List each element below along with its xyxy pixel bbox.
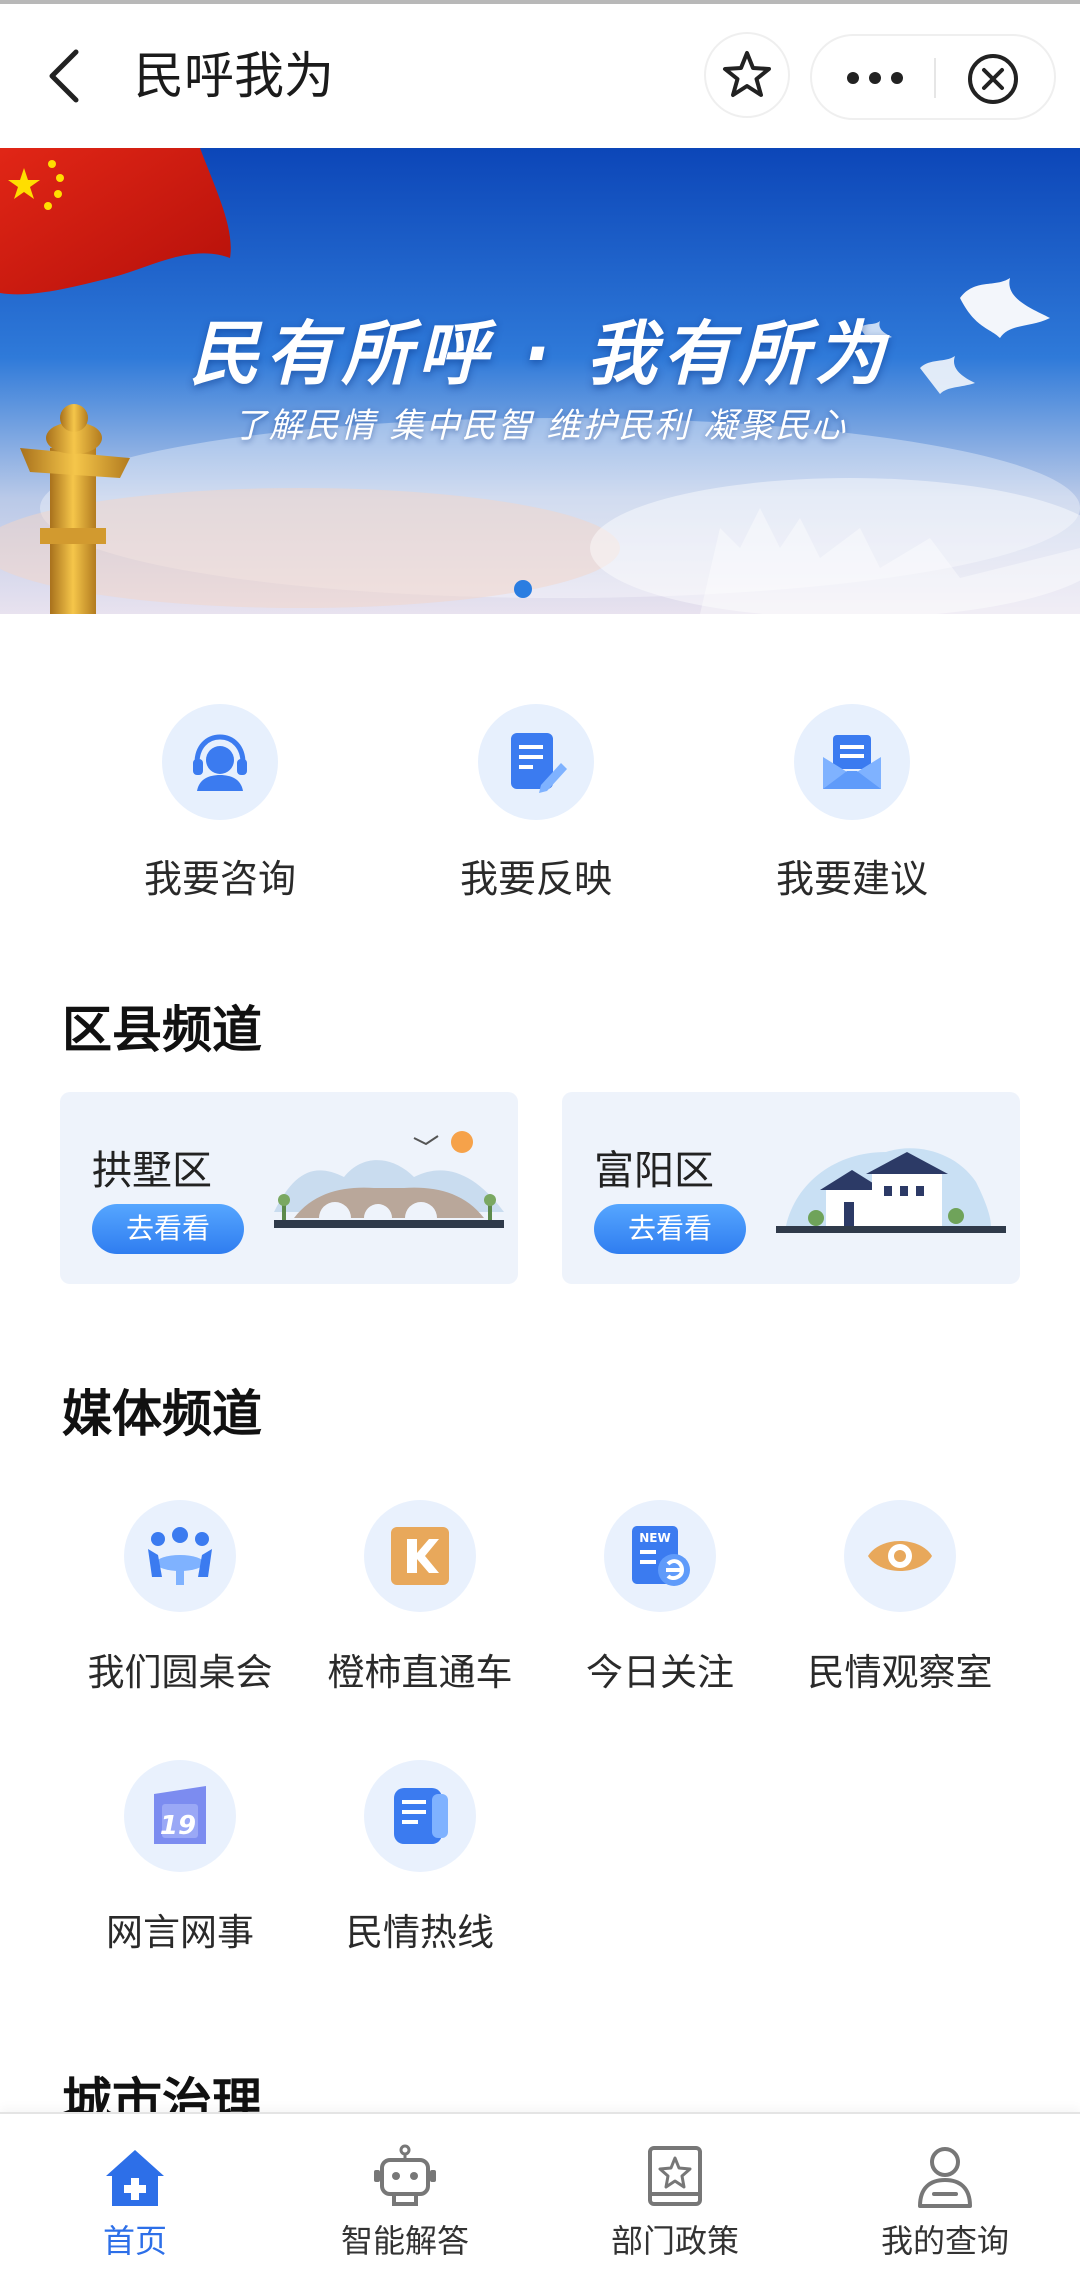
close-circle-icon[interactable] [966, 52, 1020, 106]
village-illustration-icon [776, 1148, 1006, 1233]
nav-header: 民呼我为 [0, 4, 1080, 148]
today-focus-icon-circle: NEW [604, 1500, 716, 1612]
suggest-action[interactable]: 我要建议 [732, 704, 972, 904]
media-item-express[interactable]: 橙柿直通车 [300, 1500, 540, 1700]
hero-banner[interactable]: 民有所呼 · 我有所为 了解民情 集中民智 维护民利 凝聚民心 [0, 148, 1080, 614]
tab-label: 我的查询 [880, 2222, 1009, 2260]
media-label: 橙柿直通车 [327, 1651, 513, 1694]
roundtable-icon-circle [124, 1500, 236, 1612]
consult-action[interactable]: 我要咨询 [100, 704, 340, 904]
media-item-observation[interactable]: 民情观察室 [780, 1500, 1020, 1700]
online-talk-icon-circle: 19 [124, 1760, 236, 1872]
mini-program-capsule [810, 34, 1056, 120]
carousel-indicator [514, 580, 532, 598]
tab-home[interactable]: 首页 [0, 2114, 270, 2295]
hotline-icon [394, 1788, 448, 1844]
express-icon-circle [364, 1500, 476, 1612]
robot-icon [374, 2144, 436, 2206]
media-label: 我们圆桌会 [87, 1651, 273, 1694]
observation-icon-circle [844, 1500, 956, 1612]
star-icon [723, 51, 771, 97]
media-label: 民情观察室 [807, 1651, 993, 1694]
hotline-icon-circle [364, 1760, 476, 1872]
more-button[interactable] [840, 56, 910, 100]
edit-document-icon [511, 733, 567, 793]
media-item-roundtable[interactable]: 我们圆桌会 [60, 1500, 300, 1700]
district-card-fuyang[interactable]: 富阳区 去看看 [562, 1092, 1020, 1284]
bottom-tab-bar: 首页 智能解答 部门政策 我的查询 [0, 2112, 1080, 2295]
svg-text:19: 19 [160, 1811, 196, 1841]
district-name: 富阳区 [594, 1148, 714, 1194]
media-item-today-focus[interactable]: NEW 今日关注 [540, 1500, 780, 1700]
report-label: 我要反映 [459, 857, 612, 901]
tab-dept-policy[interactable]: 部门政策 [540, 2114, 810, 2295]
19-logo-icon: 19 [154, 1786, 206, 1844]
back-arrow-icon[interactable] [44, 44, 84, 108]
customer-service-icon [193, 734, 247, 791]
suggest-label: 我要建议 [775, 857, 928, 901]
district-section-title: 区县频道 [62, 1001, 262, 1059]
banner-title: 民有所呼 · 我有所为 [189, 313, 891, 395]
go-see-button[interactable]: 去看看 [92, 1204, 244, 1254]
capsule-divider [934, 58, 936, 98]
page-title: 民呼我为 [134, 47, 334, 105]
report-action[interactable]: 我要反映 [416, 704, 656, 904]
mail-icon [823, 735, 881, 789]
round-table-icon [148, 1527, 212, 1585]
tab-label: 智能解答 [340, 2222, 469, 2260]
consult-icon-circle [162, 704, 278, 820]
more-dots-icon [847, 72, 903, 84]
user-icon [918, 2147, 972, 2208]
media-label: 网言网事 [106, 1911, 254, 1954]
tab-smart-answer[interactable]: 智能解答 [270, 2114, 540, 2295]
go-see-button[interactable]: 去看看 [594, 1204, 746, 1254]
district-name: 拱墅区 [92, 1148, 212, 1194]
media-item-hotline[interactable]: 民情热线 [300, 1760, 540, 1960]
tab-label: 部门政策 [610, 2222, 739, 2260]
k-logo-icon [391, 1527, 449, 1585]
policy-book-icon [648, 2146, 702, 2206]
report-icon-circle [478, 704, 594, 820]
tab-label: 首页 [102, 2222, 167, 2260]
media-label: 今日关注 [586, 1651, 734, 1694]
home-icon [106, 2150, 164, 2206]
media-section-title: 媒体频道 [62, 1385, 262, 1443]
consult-label: 我要咨询 [143, 857, 296, 901]
suggest-icon-circle [794, 704, 910, 820]
svg-text:NEW: NEW [639, 1531, 670, 1545]
media-item-online-talk[interactable]: 19 网言网事 [60, 1760, 300, 1960]
eye-icon [868, 1541, 932, 1571]
favorite-button[interactable] [704, 32, 790, 118]
tab-my-query[interactable]: 我的查询 [810, 2114, 1080, 2295]
media-label: 民情热线 [346, 1911, 494, 1954]
district-card-gongshu[interactable]: 拱墅区 去看看 [60, 1092, 518, 1284]
banner-subtitle: 了解民情 集中民智 维护民利 凝聚民心 [232, 406, 848, 446]
bridge-illustration-icon [274, 1131, 504, 1228]
news-icon: NEW [632, 1526, 690, 1586]
